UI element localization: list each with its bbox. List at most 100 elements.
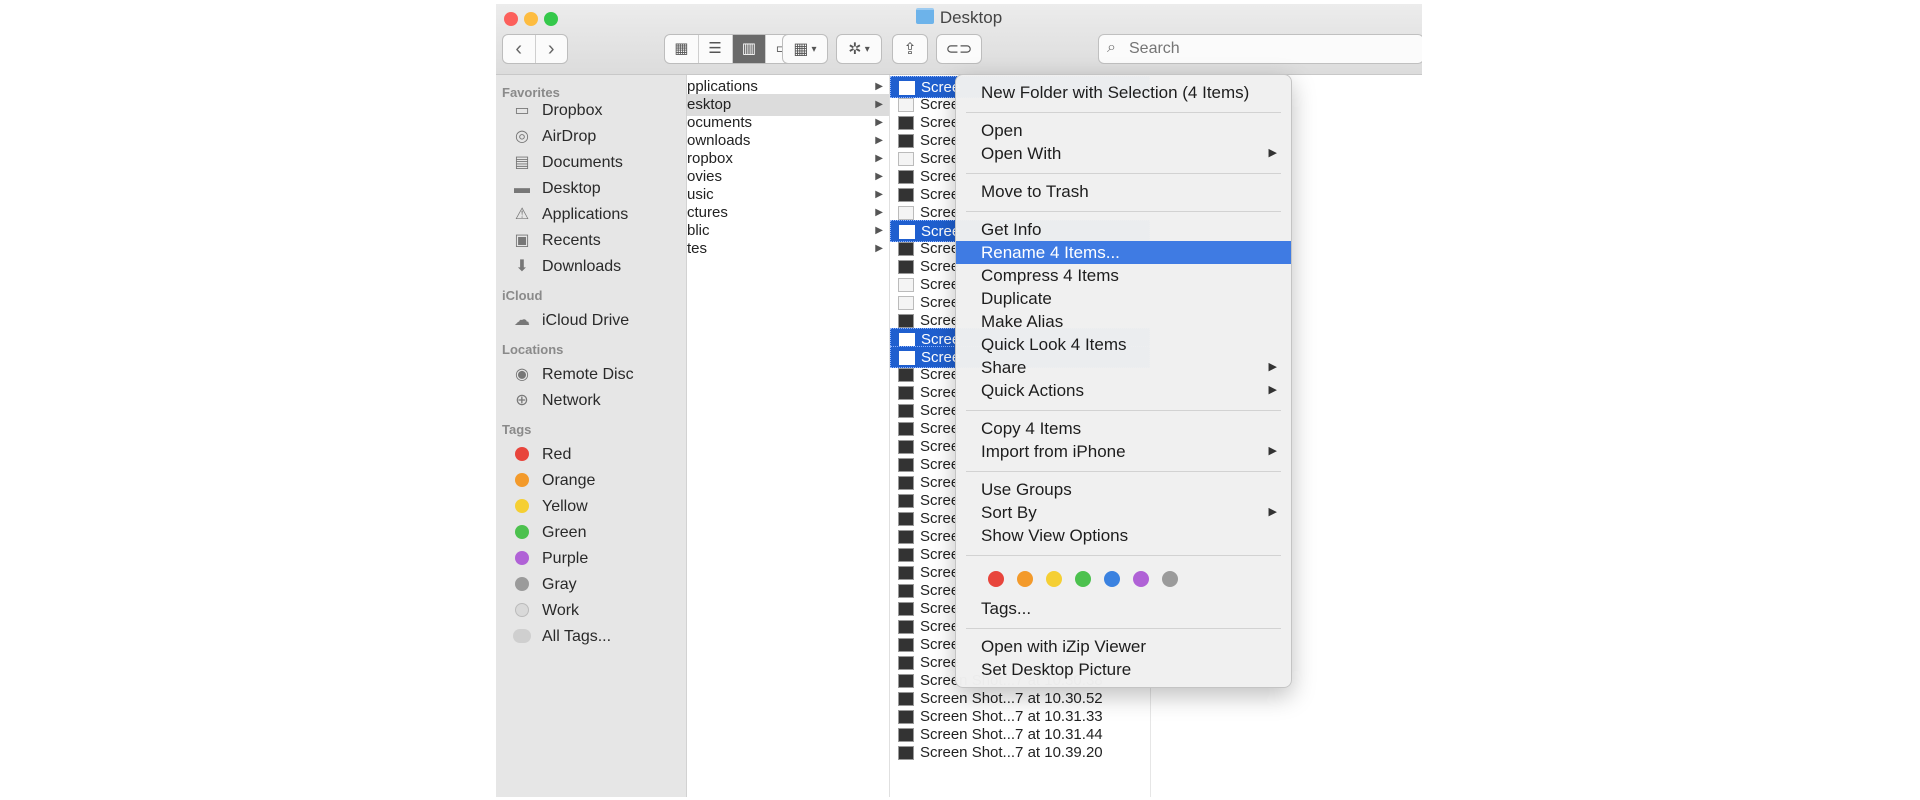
menu-separator: [966, 628, 1281, 629]
menu-separator: [966, 410, 1281, 411]
screenshot-thumbnail-icon: [898, 296, 914, 310]
folder-icon: ▭: [514, 102, 530, 119]
file-row[interactable]: Screen Shot...7 at 10.39.20: [890, 742, 1150, 764]
icon-view-icon[interactable]: ▦: [665, 35, 699, 63]
sidebar-tag-gray[interactable]: Gray: [512, 572, 577, 598]
column-view-icon[interactable]: ▥: [732, 35, 767, 63]
sidebar-item-documents[interactable]: ▤ Documents: [512, 150, 622, 176]
menu-item-move-to-trash[interactable]: Move to Trash: [956, 180, 1291, 203]
group-by-button[interactable]: ▦ ▾: [782, 34, 828, 64]
share-button[interactable]: ⇪: [892, 34, 928, 64]
screenshot-thumbnail-icon: [898, 260, 914, 274]
screenshot-thumbnail-icon: [898, 584, 914, 598]
screenshot-thumbnail-icon: [898, 170, 914, 184]
green-tag-dot-icon: [515, 525, 529, 539]
menu-tag-green-icon[interactable]: [1075, 571, 1091, 587]
grid-icon: ▦: [793, 41, 809, 58]
screenshot-thumbnail-icon: [898, 152, 914, 166]
menu-tag-orange-icon[interactable]: [1017, 571, 1033, 587]
action-button[interactable]: ✲ ▾: [836, 34, 882, 64]
sidebar-item-applications[interactable]: ⚠ Applications: [512, 202, 628, 228]
tag-icon: ⊂⊃: [945, 41, 973, 58]
menu-tag-red-icon[interactable]: [988, 571, 1004, 587]
gear-icon: ✲: [848, 41, 862, 58]
documents-icon: ▤: [514, 154, 530, 171]
screenshot-thumbnail-icon: [898, 116, 914, 130]
menu-item-use-groups[interactable]: Use Groups: [956, 478, 1291, 501]
screenshot-thumbnail-icon: [899, 81, 915, 95]
menu-item-copy[interactable]: Copy 4 Items: [956, 417, 1291, 440]
menu-item-set-desktop-picture[interactable]: Set Desktop Picture: [956, 658, 1291, 681]
menu-item-sort-by[interactable]: Sort By ▶: [956, 501, 1291, 524]
menu-item-new-folder-with-selection[interactable]: New Folder with Selection (4 Items): [956, 81, 1291, 104]
share-icon: ⇪: [903, 41, 917, 58]
screenshot-thumbnail-icon: [898, 440, 914, 454]
network-icon: ⊕: [515, 392, 529, 409]
airdrop-icon: ◎: [515, 128, 529, 145]
search-field[interactable]: ⌕: [1098, 34, 1422, 64]
menu-item-open-with[interactable]: Open With ▶: [956, 142, 1291, 165]
back-button[interactable]: ‹: [503, 35, 536, 63]
list-view-icon[interactable]: ☰: [699, 35, 733, 63]
sidebar-tag-orange[interactable]: Orange: [512, 468, 595, 494]
forward-button[interactable]: ›: [536, 35, 568, 63]
sidebar-tag-yellow[interactable]: Yellow: [512, 494, 588, 520]
screenshot-thumbnail-icon: [898, 638, 914, 652]
sidebar-item-network[interactable]: ⊕ Network: [512, 388, 600, 414]
sidebar-item-desktop[interactable]: ▬ Desktop: [512, 176, 601, 202]
edit-tags-button[interactable]: ⊂⊃: [936, 34, 982, 64]
tags-header: Tags: [502, 422, 532, 437]
screenshot-thumbnail-icon: [898, 278, 914, 292]
screenshot-thumbnail-icon: [898, 188, 914, 202]
menu-tag-purple-icon[interactable]: [1133, 571, 1149, 587]
sidebar-item-airdrop[interactable]: ◎ AirDrop: [512, 124, 596, 150]
sidebar: Favorites ▭ Dropbox ◎ AirDrop ▤ Documents ▬…: [496, 75, 687, 797]
gray-tag-dot-icon: [515, 577, 529, 591]
sidebar-tag-green[interactable]: Green: [512, 520, 586, 546]
screenshot-thumbnail-icon: [898, 458, 914, 472]
menu-item-make-alias[interactable]: Make Alias: [956, 310, 1291, 333]
sidebar-tag-red[interactable]: Red: [512, 442, 571, 468]
screenshot-thumbnail-icon: [898, 404, 914, 418]
menu-item-open[interactable]: Open: [956, 119, 1291, 142]
search-input[interactable]: [1127, 39, 1411, 59]
menu-tag-gray-icon[interactable]: [1162, 571, 1178, 587]
menu-item-share[interactable]: Share ▶: [956, 356, 1291, 379]
screenshot-thumbnail-icon: [899, 225, 915, 239]
desktop-icon: ▬: [514, 180, 530, 197]
screenshot-thumbnail-icon: [898, 242, 914, 256]
menu-item-duplicate[interactable]: Duplicate: [956, 287, 1291, 310]
menu-item-open-with-izip[interactable]: Open with iZip Viewer: [956, 635, 1291, 658]
sidebar-item-recents[interactable]: ▣ Recents: [512, 228, 600, 254]
menu-item-tags[interactable]: Tags...: [956, 597, 1291, 620]
sidebar-tag-purple[interactable]: Purple: [512, 546, 588, 572]
menu-item-quick-actions[interactable]: Quick Actions ▶: [956, 379, 1291, 402]
menu-tag-yellow-icon[interactable]: [1046, 571, 1062, 587]
screenshot-thumbnail-icon: [899, 351, 915, 365]
window-title: Desktop: [496, 8, 1422, 28]
folder-icon: [915, 8, 934, 24]
sidebar-item-icloud-drive[interactable]: ☁ iCloud Drive: [512, 308, 629, 334]
screenshot-thumbnail-icon: [898, 548, 914, 562]
menu-item-quick-look[interactable]: Quick Look 4 Items: [956, 333, 1291, 356]
menu-separator: [966, 173, 1281, 174]
sidebar-all-tags[interactable]: All Tags...: [512, 624, 611, 650]
submenu-arrow-icon: ▶: [1268, 361, 1277, 373]
menu-item-compress[interactable]: Compress 4 Items: [956, 264, 1291, 287]
screenshot-thumbnail-icon: [898, 476, 914, 490]
menu-item-get-info[interactable]: Get Info: [956, 218, 1291, 241]
back-forward-buttons: ‹ ›: [502, 34, 568, 64]
menu-separator: [966, 112, 1281, 113]
screenshot-thumbnail-icon: [898, 692, 914, 706]
menu-item-rename[interactable]: Rename 4 Items...: [956, 241, 1291, 264]
sidebar-item-dropbox[interactable]: ▭ Dropbox: [512, 98, 602, 124]
sidebar-item-downloads[interactable]: ⬇ Downloads: [512, 254, 621, 280]
chevron-down-icon: ▾: [864, 43, 870, 55]
sidebar-tag-work[interactable]: Work: [512, 598, 579, 624]
menu-tag-blue-icon[interactable]: [1104, 571, 1120, 587]
list-item[interactable]: tes ▶: [687, 238, 889, 260]
menu-item-import-from-iphone[interactable]: Import from iPhone ▶: [956, 440, 1291, 463]
menu-item-show-view-options[interactable]: Show View Options: [956, 524, 1291, 547]
recents-icon: ▣: [514, 232, 530, 249]
sidebar-item-remote-disc[interactable]: ◉ Remote Disc: [512, 362, 634, 388]
